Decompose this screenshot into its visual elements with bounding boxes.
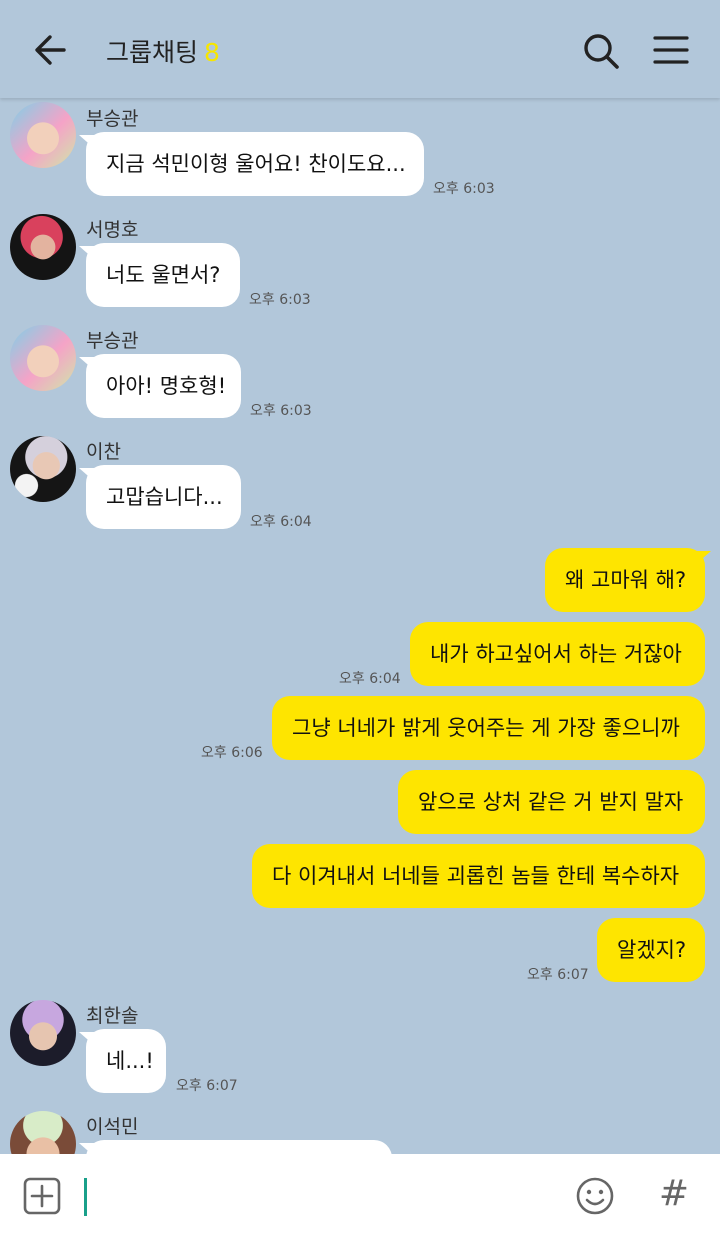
message-time: 오후 6:07 xyxy=(527,967,589,983)
chat-title: 그룹채팅 8 xyxy=(106,33,220,69)
message-time: 오후 6:03 xyxy=(433,181,495,197)
sender-name: 이찬 xyxy=(86,441,121,463)
avatar[interactable] xyxy=(10,214,76,280)
sender-name: 부승관 xyxy=(86,330,139,352)
avatar[interactable] xyxy=(10,1000,76,1066)
message-input-cursor[interactable] xyxy=(84,1178,87,1216)
my-message-bubble[interactable]: 그냥 너네가 밝게 웃어주는 게 가장 좋으니까 xyxy=(272,696,705,760)
plus-icon[interactable] xyxy=(22,1176,62,1216)
chat-room-name: 그룹채팅 xyxy=(106,38,199,67)
message-bubble[interactable] xyxy=(79,1140,392,1154)
sender-name: 부승관 xyxy=(86,108,139,130)
sender-name: 서명호 xyxy=(86,219,139,241)
sender-name: 이석민 xyxy=(86,1116,139,1138)
message-time: 오후 6:06 xyxy=(201,745,263,761)
message-time: 오후 6:04 xyxy=(339,671,401,687)
avatar[interactable] xyxy=(10,1111,76,1154)
message-bubble[interactable]: 고맙습니다... xyxy=(79,465,241,529)
message-bubble[interactable]: 너도 울면서? xyxy=(79,243,240,307)
menu-icon[interactable] xyxy=(650,32,692,68)
avatar[interactable] xyxy=(10,102,76,168)
avatar[interactable] xyxy=(10,436,76,502)
message-input-bar: # xyxy=(0,1154,720,1238)
message-time: 오후 6:07 xyxy=(176,1078,238,1094)
hashtag-icon[interactable]: # xyxy=(652,1172,696,1216)
message-time: 오후 6:04 xyxy=(250,514,312,530)
emoji-icon[interactable] xyxy=(575,1176,615,1216)
my-message-bubble[interactable]: 앞으로 상처 같은 거 받지 말자 xyxy=(398,770,705,834)
message-time: 오후 6:03 xyxy=(249,292,311,308)
message-bubble[interactable]: 지금 석민이형 울어요! 찬이도요... xyxy=(79,132,424,196)
chat-message-list[interactable]: 부승관 지금 석민이형 울어요! 찬이도요... 오후 6:03 서명호 너도 … xyxy=(0,98,720,1154)
my-message-bubble[interactable]: 내가 하고싶어서 하는 거잖아 xyxy=(410,622,705,686)
message-bubble[interactable]: 아아! 명호형! xyxy=(79,354,241,418)
message-bubble[interactable]: 네...! xyxy=(79,1029,166,1093)
my-message-bubble[interactable]: 다 이겨내서 너네들 괴롭힌 놈들 한테 복수하자 xyxy=(252,844,705,908)
avatar[interactable] xyxy=(10,325,76,391)
sender-name: 최한솔 xyxy=(86,1005,139,1027)
chat-header: 그룹채팅 8 xyxy=(0,0,720,98)
back-arrow-icon[interactable] xyxy=(28,30,72,70)
my-message-bubble[interactable]: 알겠지? xyxy=(597,918,705,982)
my-message-bubble[interactable]: 왜 고마워 해? xyxy=(545,548,711,612)
message-time: 오후 6:03 xyxy=(250,403,312,419)
member-count: 8 xyxy=(204,38,220,67)
search-icon[interactable] xyxy=(580,30,622,72)
